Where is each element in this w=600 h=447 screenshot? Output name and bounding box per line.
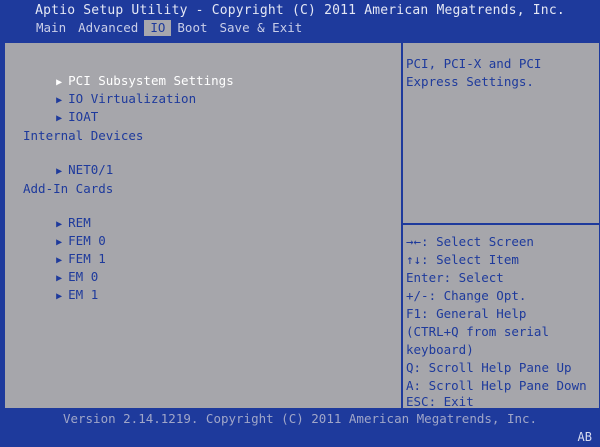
key-help-enter: Enter: Select: [406, 270, 504, 285]
key-help-select-screen: →←: Select Screen: [406, 234, 534, 249]
menu-item-net0-1[interactable]: ▶ NET0/1: [5, 146, 113, 177]
key-help-select-item: ↑↓: Select Item: [406, 252, 519, 267]
key-help-scroll-up: Q: Scroll Help Pane Up: [406, 360, 572, 375]
tab-main[interactable]: Main: [30, 20, 72, 36]
menu-item-io-virtualization[interactable]: ▶ IO Virtualization: [5, 75, 196, 106]
tab-save-exit[interactable]: Save & Exit: [214, 20, 309, 36]
triangle-right-icon: ▶: [56, 113, 63, 124]
help-pane: PCI, PCI-X and PCI Express Settings. →←:…: [403, 43, 599, 409]
tab-boot[interactable]: Boot: [171, 20, 213, 36]
status-indicator: AB: [577, 430, 592, 444]
menu-item-rem[interactable]: ▶ REM: [5, 199, 91, 230]
addin-cards-heading: Add-In Cards: [23, 181, 114, 196]
triangle-right-icon: ▶: [56, 291, 63, 302]
menu-item-fem-1[interactable]: ▶ FEM 1: [5, 235, 106, 266]
key-help-general-help: F1: General Help: [406, 306, 527, 321]
help-description: PCI, PCI-X and PCI Express Settings.: [406, 56, 542, 89]
triangle-right-icon: ▶: [56, 166, 63, 177]
app-title: Aptio Setup Utility - Copyright (C) 2011…: [35, 3, 565, 18]
header-bar: Aptio Setup Utility - Copyright (C) 2011…: [0, 0, 600, 38]
key-help-keyboard: keyboard): [406, 342, 474, 357]
settings-pane: ▶ PCI Subsystem Settings ▶ IO Virtualizati…: [5, 43, 403, 409]
tab-advanced[interactable]: Advanced: [72, 20, 144, 36]
key-help-ctrl-q: (CTRL+Q from serial: [406, 324, 549, 339]
version-text: Version 2.14.1219. Copyright (C) 2011 Am…: [62, 411, 538, 426]
help-divider: [403, 223, 599, 225]
tab-io[interactable]: IO: [144, 20, 172, 36]
menu-item-em-1[interactable]: ▶ EM 1: [5, 271, 98, 302]
internal-devices-heading: Internal Devices: [23, 128, 144, 143]
menu-item-em-0[interactable]: ▶ EM 0: [5, 253, 98, 284]
menu-item-pci-subsystem-settings[interactable]: ▶ PCI Subsystem Settings: [5, 57, 234, 88]
menu-item-ioat[interactable]: ▶ IOAT: [5, 93, 98, 124]
main-panel: ▶ PCI Subsystem Settings ▶ IO Virtualizati…: [4, 42, 600, 410]
menu-item-fem-0[interactable]: ▶ FEM 0: [5, 217, 106, 248]
key-help-change-opt: +/-: Change Opt.: [406, 288, 527, 303]
menu-bar: Main Advanced IO Boot Save & Exit: [30, 20, 308, 36]
footer-bar: Version 2.14.1219. Copyright (C) 2011 Am…: [0, 408, 600, 447]
